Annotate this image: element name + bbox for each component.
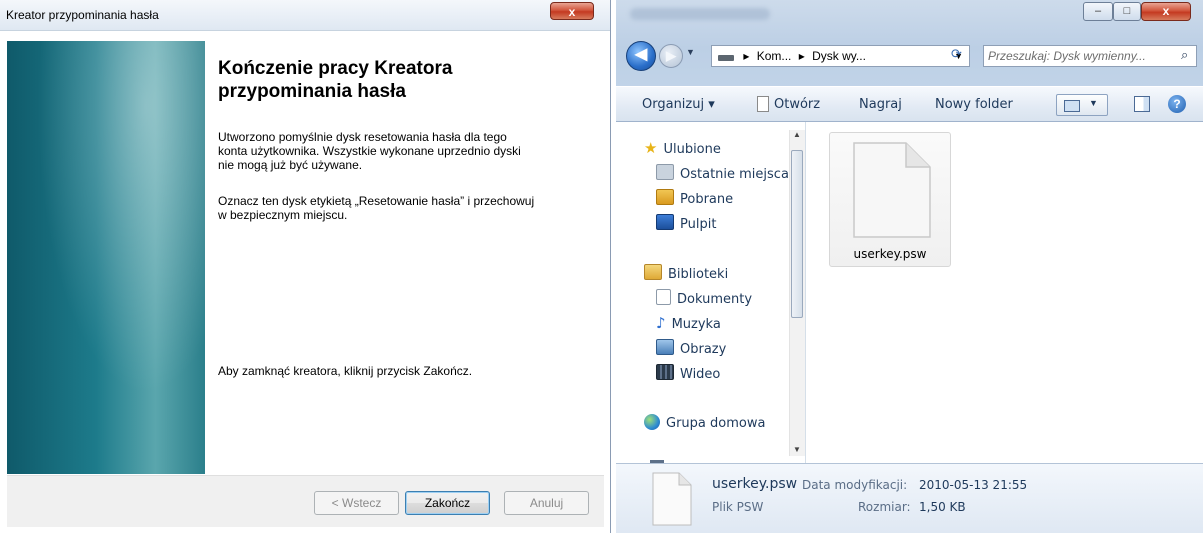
details-pane: userkey.psw Data modyfikacji: 2010-05-13… — [616, 463, 1203, 533]
breadcrumb-separator-icon: ▸ — [798, 49, 805, 63]
nav-music-label: Muzyka — [671, 317, 721, 332]
nav-favorites[interactable]: ★ Ulubione — [644, 139, 721, 157]
explorer-close-button[interactable]: x — [1141, 2, 1191, 21]
new-folder-button[interactable]: Nowy folder — [935, 97, 1013, 112]
burn-button[interactable]: Nagraj — [859, 97, 902, 112]
documents-icon — [656, 289, 671, 305]
nav-libraries-label: Biblioteki — [668, 267, 729, 282]
breadcrumb-computer[interactable]: Kom... — [757, 49, 792, 63]
wizard-title: Kreator przypominania hasła — [6, 8, 159, 22]
wizard-button-bar: < Wstecz Zakończ Anuluj — [7, 475, 604, 527]
libraries-icon — [644, 264, 662, 280]
search-icon[interactable]: ⌕ — [1181, 47, 1188, 63]
recent-pages-chevron-icon[interactable]: ▼ — [686, 47, 695, 57]
nav-scrollbar-thumb[interactable] — [791, 150, 803, 318]
search-input[interactable]: Przeszukaj: Dysk wymienny... — [983, 45, 1197, 67]
forward-arrow-icon[interactable]: ▶ — [659, 44, 683, 68]
wizard-heading-line2: przypominania hasła — [218, 81, 406, 102]
wizard-success-message: Utworzono pomyślnie dysk resetowania has… — [218, 130, 568, 172]
wizard-heading: Kończenie pracy Kreatora przypominania h… — [218, 57, 578, 103]
desktop-icon — [656, 214, 674, 230]
refresh-icon[interactable]: ⟳ — [951, 46, 962, 62]
nav-desktop-label: Pulpit — [680, 217, 717, 232]
file-item-label: userkey.psw — [853, 247, 927, 261]
organize-menu[interactable]: Organizuj ▾ — [642, 97, 715, 112]
nav-downloads-label: Pobrane — [680, 192, 734, 207]
nav-homegroup[interactable]: Grupa domowa — [644, 414, 765, 431]
nav-documents-label: Dokumenty — [677, 292, 753, 307]
nav-video[interactable]: Wideo — [656, 364, 720, 382]
music-note-icon: ♪ — [656, 314, 666, 332]
nav-pictures[interactable]: Obrazy — [656, 339, 726, 357]
wizard-side-banner — [7, 41, 205, 474]
explorer-title-blur — [630, 8, 770, 20]
nav-video-label: Wideo — [680, 367, 721, 382]
pictures-icon — [656, 339, 674, 355]
star-icon: ★ — [644, 139, 658, 157]
generic-file-icon — [853, 142, 931, 238]
success-line-1: Utworzono pomyślnie dysk resetowania has… — [218, 130, 507, 144]
breadcrumb-separator-icon: ▸ — [743, 49, 750, 63]
nav-documents[interactable]: Dokumenty — [656, 289, 752, 307]
nav-desktop[interactable]: Pulpit — [656, 214, 716, 232]
success-line-2: konta użytkownika. Wszystkie wykonane up… — [218, 144, 521, 158]
wizard-closing-text: Aby zamknąć kreatora, kliknij przycisk Z… — [218, 364, 473, 378]
command-bar: Organizuj ▾ Otwórz Nagraj Nowy folder ▼ … — [616, 86, 1203, 122]
scroll-down-icon[interactable]: ▼ — [793, 445, 801, 454]
scroll-up-icon[interactable]: ▲ — [793, 130, 801, 139]
navigation-pane: ★ Ulubione Ostatnie miejsca Pobrane Pulpi… — [616, 122, 806, 463]
nav-music[interactable]: ♪ Muzyka — [656, 314, 721, 332]
preview-pane-icon[interactable] — [1134, 96, 1150, 112]
success-line-3: nie mogą już być używane. — [218, 158, 363, 172]
details-size-label: Rozmiar: — [858, 500, 911, 514]
open-button[interactable]: Otwórz — [774, 97, 820, 112]
view-icon — [1064, 100, 1080, 112]
open-file-icon — [757, 96, 769, 112]
details-file-name: userkey.psw — [712, 476, 798, 492]
instruction-line-1: Oznacz ten dysk etykietą „Resetowanie ha… — [218, 194, 535, 208]
downloads-folder-icon — [656, 189, 674, 205]
nav-libraries[interactable]: Biblioteki — [644, 264, 728, 282]
details-file-type: Plik PSW — [712, 500, 764, 514]
wizard-close-button[interactable]: x — [550, 2, 594, 20]
recent-places-icon — [656, 164, 674, 180]
explorer-window: – □ x ◀ ▶ ▼ ▸ Kom... ▸ Dysk wy... ▼ ⟳ Pr… — [616, 0, 1203, 533]
maximize-button[interactable]: □ — [1113, 2, 1141, 21]
instruction-line-2: w bezpiecznym miejscu. — [218, 208, 348, 222]
nav-scrollbar[interactable]: ▲ ▼ — [789, 130, 805, 456]
nav-recent-places[interactable]: Ostatnie miejsca — [656, 164, 789, 182]
help-icon[interactable]: ? — [1168, 95, 1186, 113]
minimize-button[interactable]: – — [1083, 2, 1113, 21]
finish-button[interactable]: Zakończ — [405, 491, 490, 515]
change-view-button[interactable]: ▼ — [1056, 94, 1108, 116]
nav-pictures-label: Obrazy — [680, 342, 727, 357]
view-dropdown-icon: ▼ — [1089, 98, 1098, 108]
details-modified-value: 2010-05-13 21:55 — [919, 478, 1028, 492]
details-size-value: 1,50 KB — [919, 500, 966, 514]
wizard-label-instruction: Oznacz ten dysk etykietą „Resetowanie ha… — [218, 194, 568, 222]
address-bar[interactable]: ▸ Kom... ▸ Dysk wy... ▼ — [711, 45, 970, 67]
nav-homegroup-label: Grupa domowa — [666, 416, 766, 431]
breadcrumb-removable-disk[interactable]: Dysk wy... — [812, 49, 866, 63]
video-icon — [656, 364, 674, 380]
file-item-userkey[interactable]: userkey.psw — [829, 132, 951, 267]
nav-favorites-label: Ulubione — [663, 142, 721, 157]
password-reset-wizard: Kreator przypominania hasła x Kończenie … — [0, 0, 611, 533]
drive-icon — [718, 55, 734, 61]
homegroup-icon — [644, 414, 660, 430]
nav-recent-label: Ostatnie miejsca — [680, 167, 789, 182]
nav-downloads[interactable]: Pobrane — [656, 189, 733, 207]
wizard-title-bar[interactable]: Kreator przypominania hasła x — [0, 0, 610, 31]
wizard-heading-line1: Kończenie pracy Kreatora — [218, 58, 453, 79]
back-button[interactable]: < Wstecz — [314, 491, 399, 515]
cancel-button[interactable]: Anuluj — [504, 491, 589, 515]
details-modified-label: Data modyfikacji: — [802, 478, 908, 492]
details-file-icon — [652, 472, 692, 526]
back-arrow-icon[interactable]: ◀ — [626, 41, 656, 71]
